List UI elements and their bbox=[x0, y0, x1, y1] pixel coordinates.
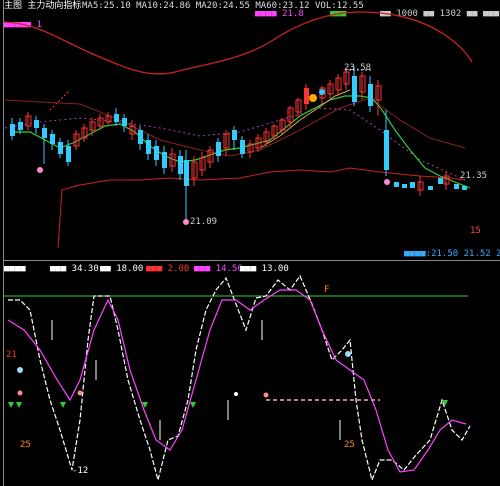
right-status-text: ■■■■:21.50 21.52 21.29 bbox=[404, 249, 500, 259]
bottom-left-label: 25 bbox=[20, 440, 31, 450]
pink-dot bbox=[77, 390, 83, 396]
cyan-dot bbox=[17, 367, 23, 373]
indicator-item-0: ■■■ 34.30 bbox=[50, 264, 99, 274]
bottom-tag: -12 bbox=[72, 466, 89, 476]
pink-dot bbox=[263, 392, 269, 398]
mid-band-line bbox=[4, 97, 466, 157]
buy-marker bbox=[37, 167, 43, 173]
d-line bbox=[7, 289, 467, 473]
indicator-item-4: ■■■ 13.00 bbox=[240, 264, 289, 274]
signal-marker bbox=[319, 89, 325, 95]
right-low-label: 15 bbox=[470, 226, 481, 236]
buy-marker bbox=[384, 179, 390, 185]
candles bbox=[10, 66, 467, 220]
cyan-dot bbox=[345, 351, 351, 357]
low-price-label: 21.09 bbox=[190, 217, 218, 227]
lower-band-line bbox=[57, 167, 466, 249]
guide-dashed bbox=[49, 89, 71, 111]
high-price-label: 23.58 bbox=[344, 63, 372, 73]
f-marker: F bbox=[324, 285, 329, 295]
right-price-label: 21.35 bbox=[460, 171, 488, 181]
main-chart-svg: F bbox=[4, 11, 473, 483]
cyan-dot bbox=[234, 392, 238, 396]
indicator-item-1: ■■ 18.00 bbox=[100, 264, 144, 274]
indicator-item-3: ■■■ 14.50 bbox=[194, 264, 243, 274]
level-label: 21 bbox=[6, 350, 17, 360]
k-line bbox=[8, 274, 471, 483]
pink-dot bbox=[17, 390, 23, 396]
signal-marker bbox=[309, 94, 317, 102]
bottom-mid-label: 25 bbox=[344, 440, 355, 450]
upper-band-line bbox=[4, 11, 473, 75]
indicator-item-2: ■■■ 2.00 bbox=[146, 264, 190, 274]
indicator-label: ■■■■ bbox=[4, 264, 26, 274]
pane-divider bbox=[3, 260, 500, 261]
buy-marker bbox=[183, 219, 189, 225]
